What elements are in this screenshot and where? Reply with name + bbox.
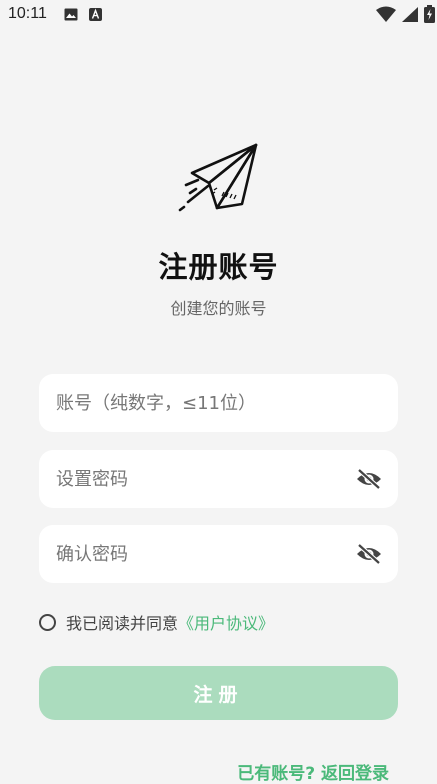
agreement-radio[interactable] [39, 613, 56, 631]
image-icon [64, 7, 78, 21]
battery-icon [424, 5, 435, 27]
page-title: 注册账号 [158, 250, 279, 284]
eye-off-icon[interactable] [354, 540, 384, 568]
register-button[interactable]: 注册 [39, 666, 398, 720]
back-to-login-link[interactable]: 已有账号? 返回登录 [237, 759, 389, 784]
status-bar: 10:11 [0, 0, 437, 30]
account-input[interactable] [54, 391, 338, 415]
status-time: 10:11 [8, 5, 47, 22]
page-subtitle: 创建您的账号 [170, 299, 267, 318]
confirm-password-input[interactable] [54, 542, 338, 566]
agreement-row: 我已阅读并同意 《用户协议》 [39, 609, 274, 635]
eye-off-icon[interactable] [354, 465, 384, 493]
account-field[interactable] [39, 374, 398, 432]
status-left-icons [64, 7, 102, 21]
status-right-icons [376, 5, 435, 27]
a-badge-icon [88, 7, 102, 21]
signal-icon [402, 6, 418, 27]
paper-plane-icon [174, 140, 266, 216]
agreement-text: 我已阅读并同意 [66, 614, 179, 633]
wifi-icon [376, 6, 396, 27]
password-field[interactable] [39, 450, 398, 508]
user-agreement-link[interactable]: 《用户协议》 [178, 610, 274, 634]
password-input[interactable] [54, 467, 338, 491]
confirm-password-field[interactable] [39, 525, 398, 583]
